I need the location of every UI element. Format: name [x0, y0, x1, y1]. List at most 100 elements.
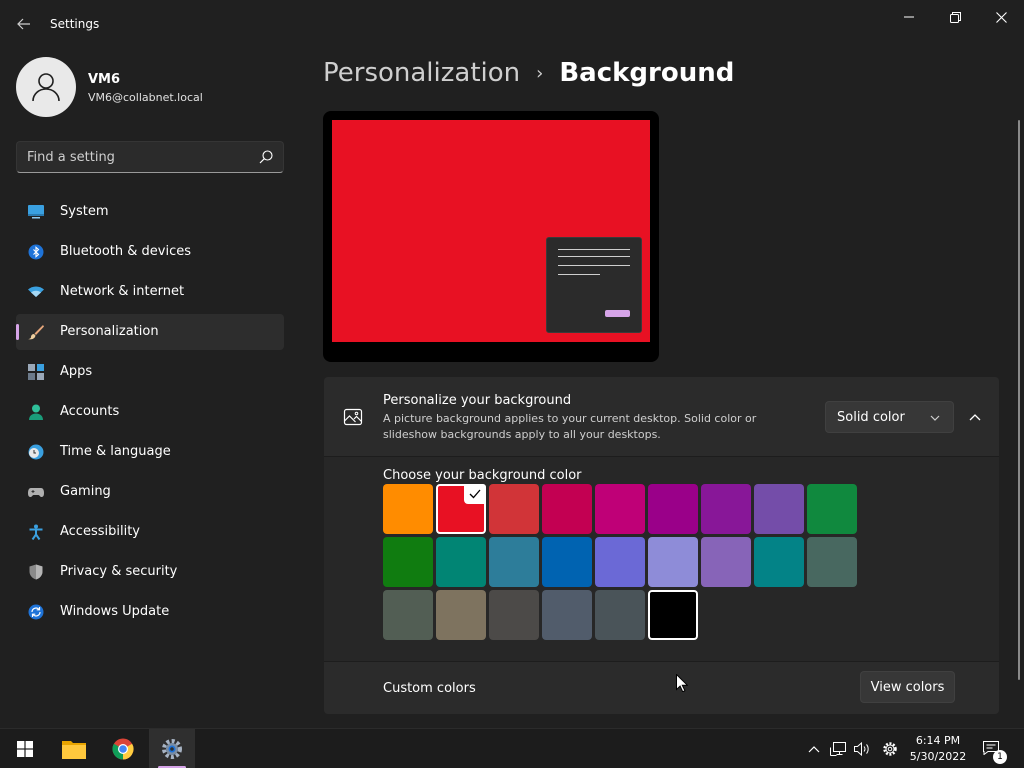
sidebar-item-label: Network & internet: [60, 284, 185, 299]
minimize-icon: [904, 16, 914, 18]
color-swatch[interactable]: [436, 590, 486, 640]
settings-tray-button[interactable]: [882, 741, 898, 757]
restore-button[interactable]: [932, 4, 978, 30]
apps-icon: [28, 364, 44, 380]
color-swatch[interactable]: [807, 537, 857, 587]
sidebar-item-privacy[interactable]: Privacy & security: [16, 554, 284, 590]
sidebar-item-label: Privacy & security: [60, 564, 178, 579]
network-icon: [830, 742, 846, 756]
back-arrow-icon: [17, 18, 30, 30]
search-input[interactable]: [17, 142, 247, 172]
custom-colors-label: Custom colors: [383, 681, 476, 696]
title-bar: Settings: [0, 0, 1024, 48]
sidebar-item-label: Gaming: [60, 484, 111, 499]
start-button[interactable]: [2, 729, 48, 768]
color-swatch[interactable]: [701, 484, 751, 534]
update-icon: [28, 604, 44, 620]
brush-icon: [28, 325, 44, 340]
chevron-down-icon: [930, 415, 940, 421]
breadcrumb: Personalization › Background: [323, 58, 734, 88]
preview-window: [546, 237, 642, 333]
profile-name: VM6: [88, 72, 121, 87]
sidebar-item-network[interactable]: Network & internet: [16, 274, 284, 310]
checkmark-icon: [464, 484, 486, 504]
file-explorer-button[interactable]: [51, 729, 97, 768]
color-swatch[interactable]: [489, 537, 539, 587]
color-swatch[interactable]: [436, 537, 486, 587]
clock-globe-icon: [28, 444, 44, 460]
search-icon[interactable]: [259, 150, 273, 164]
color-swatch[interactable]: [754, 484, 804, 534]
color-swatch[interactable]: [648, 484, 698, 534]
sidebar-item-personalization[interactable]: Personalization: [16, 314, 284, 350]
network-tray-button[interactable]: [830, 741, 846, 757]
collapse-button[interactable]: [962, 405, 988, 429]
personalize-background-header: Personalize your background A picture ba…: [324, 377, 999, 457]
accounts-icon: [29, 404, 43, 420]
color-swatch[interactable]: [807, 484, 857, 534]
color-swatch[interactable]: [595, 590, 645, 640]
color-swatch[interactable]: [595, 537, 645, 587]
taskbar: 6:14 PM 5/30/2022 1: [0, 728, 1024, 768]
mouse-cursor-icon: [676, 674, 688, 692]
scrollbar[interactable]: [1018, 120, 1020, 680]
sidebar-item-time-language[interactable]: Time & language: [16, 434, 284, 470]
color-swatch[interactable]: [383, 537, 433, 587]
sidebar-item-accessibility[interactable]: Accessibility: [16, 514, 284, 550]
chrome-button[interactable]: [100, 729, 146, 768]
personalize-description: A picture background applies to your cur…: [383, 412, 757, 441]
clock-date[interactable]: 5/30/2022: [906, 750, 970, 763]
restore-icon: [949, 11, 961, 23]
show-hidden-icons-button[interactable]: [806, 741, 822, 757]
color-swatch[interactable]: [436, 484, 486, 534]
color-swatch[interactable]: [542, 590, 592, 640]
color-swatch[interactable]: [489, 590, 539, 640]
preview-button: [605, 310, 630, 317]
speaker-icon: [854, 742, 869, 756]
sidebar-item-label: Time & language: [60, 444, 171, 459]
sidebar-item-windows-update[interactable]: Windows Update: [16, 594, 284, 630]
start-icon: [17, 741, 33, 757]
sidebar-item-accounts[interactable]: Accounts: [16, 394, 284, 430]
color-swatch[interactable]: [542, 537, 592, 587]
color-swatch[interactable]: [595, 484, 645, 534]
sidebar-item-apps[interactable]: Apps: [16, 354, 284, 390]
volume-tray-button[interactable]: [854, 741, 870, 757]
color-swatch[interactable]: [754, 537, 804, 587]
sidebar-item-gaming[interactable]: Gaming: [16, 474, 284, 510]
color-swatch[interactable]: [383, 484, 433, 534]
sidebar-item-label: Windows Update: [60, 604, 170, 619]
sidebar-item-label: Accounts: [60, 404, 120, 419]
view-colors-button[interactable]: View colors: [860, 671, 955, 703]
clock-time[interactable]: 6:14 PM: [910, 734, 966, 747]
gamepad-icon: [28, 488, 44, 497]
close-button[interactable]: [978, 4, 1024, 30]
wifi-icon: [28, 286, 44, 297]
system-icon: [28, 205, 44, 219]
image-icon: [343, 408, 363, 426]
breadcrumb-parent[interactable]: Personalization: [323, 58, 520, 88]
color-swatch[interactable]: [701, 537, 751, 587]
search-box[interactable]: [16, 141, 284, 173]
sidebar-nav: System Bluetooth & devices Network & int…: [16, 194, 284, 634]
minimize-button[interactable]: [886, 4, 932, 30]
accessibility-icon: [29, 524, 43, 540]
settings-taskbar-button[interactable]: [149, 729, 195, 768]
color-swatch[interactable]: [648, 537, 698, 587]
sidebar-item-label: Accessibility: [60, 524, 140, 539]
avatar[interactable]: [16, 57, 76, 117]
preview-text-line: [558, 274, 600, 275]
gear-icon: [883, 742, 897, 756]
sidebar-item-bluetooth[interactable]: Bluetooth & devices: [16, 234, 284, 270]
sidebar-item-system[interactable]: System: [16, 194, 284, 230]
color-swatch-grid: [383, 484, 863, 640]
shield-icon: [29, 564, 43, 580]
background-type-value: Solid color: [837, 410, 905, 425]
background-type-dropdown[interactable]: Solid color: [825, 401, 954, 433]
personalize-title: Personalize your background: [383, 393, 572, 408]
color-swatch[interactable]: [542, 484, 592, 534]
color-swatch[interactable]: [383, 590, 433, 640]
color-swatch[interactable]: [489, 484, 539, 534]
back-button[interactable]: [10, 10, 38, 38]
color-swatch[interactable]: [648, 590, 698, 640]
